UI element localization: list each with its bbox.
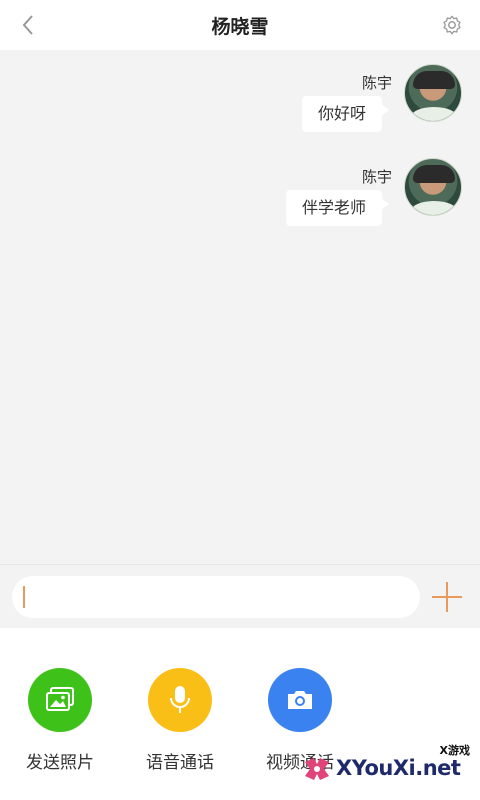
image-icon — [46, 687, 74, 711]
gamepad-logo-icon — [305, 758, 329, 780]
voice-call-label: 语音通话 — [146, 753, 214, 773]
message-item: 陈宇 你好呀 — [162, 64, 462, 134]
video-call-circle — [268, 668, 332, 732]
settings-button[interactable] — [438, 11, 466, 39]
message-input[interactable] — [12, 576, 420, 618]
watermark: XYouXi.net X游戏 — [302, 744, 472, 790]
sender-name: 陈宇 — [361, 168, 392, 186]
avatar[interactable] — [404, 158, 462, 216]
watermark-tag: X游戏 — [439, 744, 470, 757]
camera-icon — [288, 691, 312, 709]
text-cursor — [23, 586, 25, 608]
watermark-brand: XYouXi.net — [336, 756, 461, 780]
send-photo-label: 发送照片 — [26, 753, 94, 773]
microphone-icon — [170, 686, 190, 713]
voice-call-circle — [148, 668, 212, 732]
page-title: 杨晓雪 — [211, 15, 269, 38]
avatar[interactable] — [404, 64, 462, 122]
plus-icon[interactable] — [430, 580, 464, 614]
gear-icon — [443, 15, 461, 35]
message-item: 陈宇 伴学老师 — [162, 158, 462, 228]
back-button[interactable] — [14, 11, 42, 39]
top-bar: 杨晓雪 — [0, 0, 480, 50]
action-panel: 发送照片 语音通话 视频通话 XYouXi.net X游戏 — [0, 628, 480, 800]
message-bubble[interactable]: 伴学老师 — [285, 190, 390, 226]
sender-name: 陈宇 — [361, 74, 392, 92]
composer-bar — [0, 564, 480, 628]
send-photo-button[interactable]: 发送照片 — [5, 668, 115, 773]
voice-call-button[interactable]: 语音通话 — [125, 668, 235, 773]
message-bubble[interactable]: 你好呀 — [301, 96, 390, 132]
send-photo-circle — [28, 668, 92, 732]
chat-area[interactable]: 陈宇 你好呀 陈宇 伴学老师 — [0, 50, 480, 564]
chevron-left-icon — [22, 15, 33, 35]
